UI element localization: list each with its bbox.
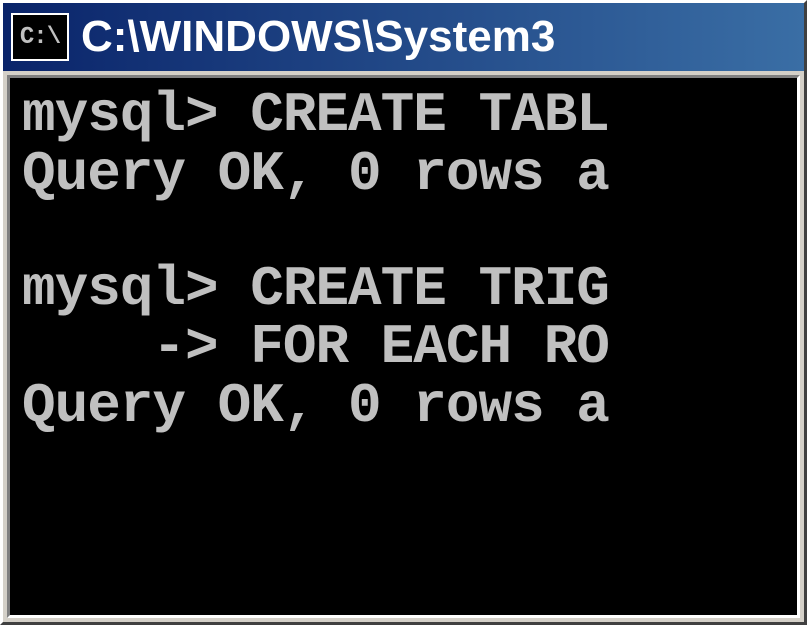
cmd-icon: C:\ (11, 13, 69, 61)
terminal-line: mysql> CREATE TRIG (22, 260, 785, 319)
terminal-area[interactable]: mysql> CREATE TABL Query OK, 0 rows a my… (7, 75, 800, 618)
terminal-line: -> FOR EACH RO (22, 318, 785, 377)
window-title: C:\WINDOWS\System3 (81, 12, 555, 62)
cmd-icon-label: C:\ (20, 24, 60, 51)
terminal-line: Query OK, 0 rows a (22, 145, 785, 204)
terminal-blank-line (22, 204, 785, 260)
titlebar[interactable]: C:\ C:\WINDOWS\System3 (3, 3, 804, 71)
terminal-line: mysql> CREATE TABL (22, 86, 785, 145)
command-prompt-window: C:\ C:\WINDOWS\System3 mysql> CREATE TAB… (0, 0, 807, 625)
terminal-line: Query OK, 0 rows a (22, 377, 785, 436)
